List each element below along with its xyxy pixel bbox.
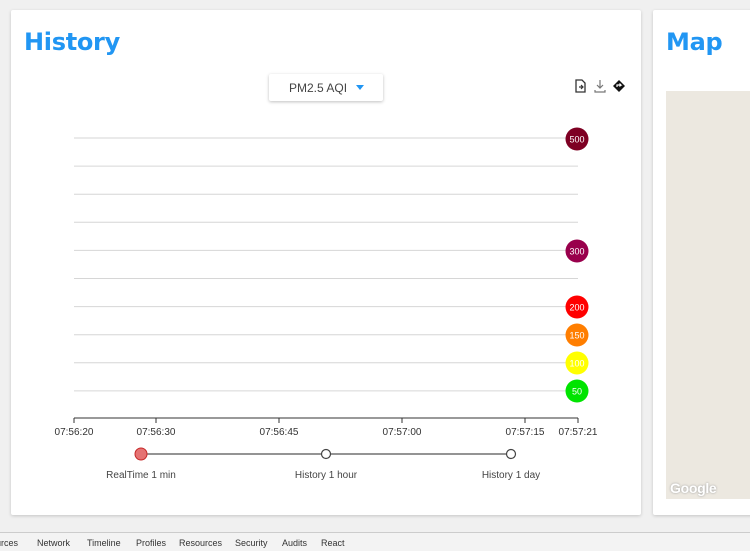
x-axis-tick-label: 07:56:20: [55, 427, 94, 438]
devtools-tab[interactable]: Profiles: [136, 538, 166, 548]
aqi-level-label: 500: [569, 135, 584, 145]
devtools-tab[interactable]: Security: [235, 538, 268, 548]
map-area[interactable]: [666, 91, 750, 499]
timeline-stop[interactable]: [505, 448, 517, 460]
timeline-label[interactable]: RealTime 1 min: [106, 470, 176, 481]
aqi-level-label: 50: [572, 387, 582, 397]
timeline-handle[interactable]: [134, 447, 148, 461]
x-axis-tick-label: 07:56:45: [260, 427, 299, 438]
x-axis-tick-label: 07:57:00: [383, 427, 422, 438]
devtools-tab[interactable]: React: [321, 538, 345, 548]
devtools-tab[interactable]: Resources: [179, 538, 222, 548]
aqi-level-label: 150: [569, 331, 584, 341]
devtools-tab[interactable]: urces: [0, 538, 18, 548]
timeline-label[interactable]: History 1 day: [482, 470, 540, 481]
map-title: Map: [666, 28, 723, 56]
aqi-level-label: 200: [569, 303, 584, 313]
map-card: Map Google: [653, 10, 750, 515]
timeline-stop[interactable]: [320, 448, 332, 460]
devtools-tab[interactable]: Network: [37, 538, 70, 548]
aqi-level-label: 300: [569, 247, 584, 257]
devtools-tabbar: urces Network Timeline Profiles Resources Sec…: [0, 532, 750, 551]
x-axis-tick-label: 07:57:15: [506, 427, 545, 438]
timeline-label[interactable]: History 1 hour: [295, 470, 358, 481]
x-axis-tick-label: 07:56:30: [137, 427, 176, 438]
devtools-tab[interactable]: Audits: [282, 538, 307, 548]
history-card: History PM2.5 AQI 500 300 200 150 100 50 07:56…: [11, 10, 641, 515]
devtools-tab[interactable]: Timeline: [87, 538, 121, 548]
aqi-level-label: 100: [569, 359, 584, 369]
google-attribution: Google: [670, 480, 717, 496]
history-chart: 500 300 200 150 100 50 07:56:20 07:56:30 07:56:4…: [55, 127, 598, 481]
x-axis-tick-label: 07:57:21: [559, 427, 598, 438]
